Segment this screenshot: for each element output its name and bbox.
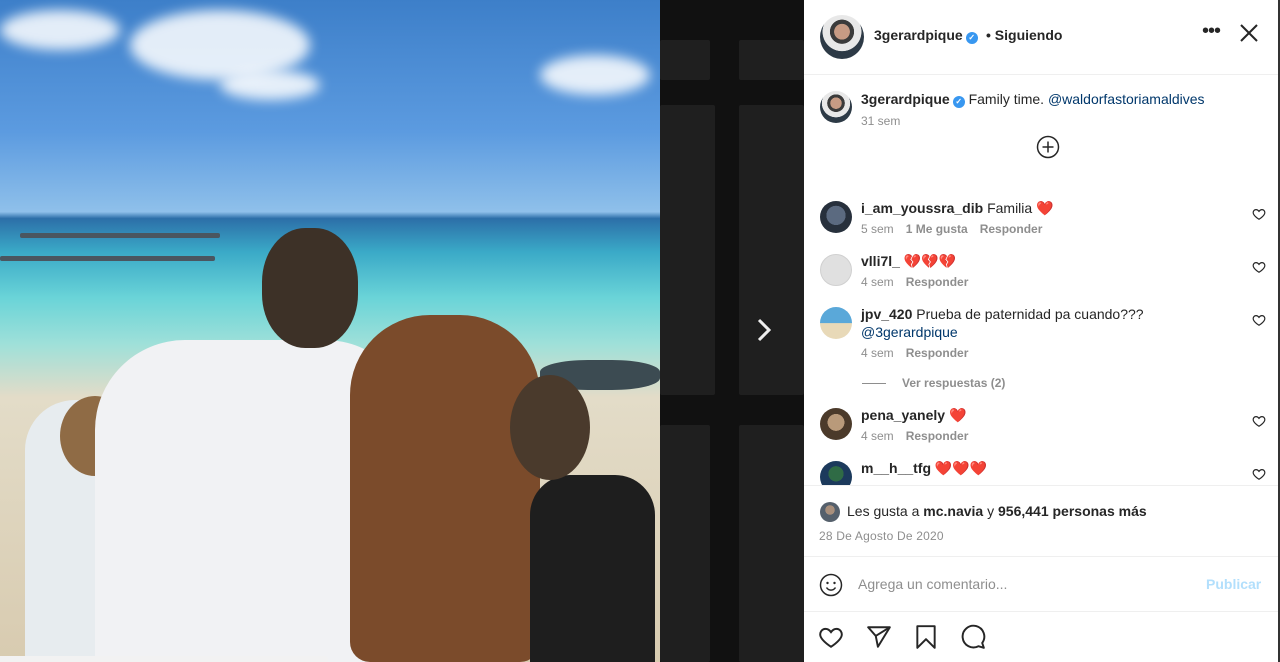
post-actions (804, 612, 1278, 662)
reply-button[interactable]: Responder (906, 346, 969, 360)
replies-dash (862, 383, 886, 385)
grid-tile (739, 105, 804, 395)
cloud (0, 10, 120, 50)
post-header: 3gerardpique ✓ • Siguiendo ••• (804, 0, 1278, 75)
woman-hair (350, 315, 540, 662)
heart-icon[interactable] (1252, 467, 1266, 481)
commenter-avatar[interactable] (820, 408, 852, 440)
author-avatar[interactable] (820, 15, 864, 59)
more-icon[interactable]: ••• (1202, 21, 1222, 44)
commenter-avatar[interactable] (820, 201, 852, 233)
cloud (130, 10, 310, 80)
caption-username[interactable]: 3gerardpique ✓ (861, 91, 965, 108)
comment-time: 4 sem (861, 346, 894, 360)
comment-body: 💔💔💔 (903, 253, 957, 269)
likes-summary: Les gusta a mc.navia y 956,441 personas … (847, 503, 1147, 519)
reply-button[interactable]: Responder (906, 275, 969, 289)
caption-line: 3gerardpique ✓ Family time. @waldorfastor… (861, 91, 1205, 108)
comment-input[interactable] (858, 574, 1178, 594)
bookmark-icon[interactable] (913, 624, 939, 650)
publish-button[interactable]: Publicar (1206, 576, 1261, 592)
comment-bubble-icon[interactable] (960, 624, 986, 650)
comment-username[interactable]: vlli7l_ (861, 253, 900, 269)
plus-circle-icon[interactable] (1036, 135, 1060, 159)
grid-tile (660, 425, 710, 662)
comment-body: ❤️❤️❤️ (934, 460, 988, 476)
caption-text: Family time. (968, 91, 1045, 107)
profile-grid-backdrop (660, 0, 804, 662)
grid-tile (660, 40, 710, 80)
comment-time: 4 sem (861, 275, 894, 289)
liker-avatar[interactable] (820, 502, 840, 522)
post-photo[interactable] (0, 0, 660, 662)
likes-count[interactable]: 956,441 personas más (998, 503, 1147, 519)
browser-status-bar (0, 656, 328, 662)
comment-text: m__h__tfg ❤️❤️❤️ (861, 459, 1231, 477)
grid-tile (739, 425, 804, 662)
commenter-avatar[interactable] (820, 254, 852, 286)
comment-mention[interactable]: @3gerardpique (861, 324, 958, 340)
verified-badge-icon: ✓ (952, 96, 965, 108)
comment-text: pena_yanely ❤️ (861, 406, 1231, 424)
comment-time: 5 sem (861, 222, 894, 236)
comment-meta: 4 sem Responder (861, 429, 968, 443)
smiley-icon[interactable] (819, 573, 843, 597)
likes-prefix: Les gusta a (847, 503, 920, 519)
post-viewer: 3gerardpique ✓ • Siguiendo ••• 3gerardpiq… (0, 0, 1280, 662)
grid-tile (739, 40, 804, 80)
commenter-avatar[interactable] (820, 307, 852, 339)
liker-username[interactable]: mc.navia (923, 503, 983, 519)
post-date: 28 De Agosto De 2020 (819, 529, 944, 543)
comment-body: Prueba de paternidad pa cuando??? (916, 306, 1144, 322)
view-replies-label: Ver respuestas (2) (902, 376, 1006, 390)
comment-meta: 5 sem 1 Me gusta Responder (861, 222, 1042, 236)
close-icon[interactable] (1238, 22, 1260, 44)
comment-body: ❤️ (948, 407, 967, 423)
comment-username[interactable]: pena_yanely (861, 407, 945, 423)
child-right (530, 475, 655, 662)
heart-icon[interactable] (1252, 414, 1266, 428)
child-right-head (510, 375, 590, 480)
cloud (540, 55, 650, 95)
caption-mention[interactable]: @waldorfastoriamaldives (1048, 91, 1205, 107)
comment-likes[interactable]: 1 Me gusta (906, 222, 968, 236)
add-comment-bar: Publicar (804, 557, 1278, 612)
pier (0, 256, 215, 261)
view-replies-button[interactable]: Ver respuestas (2) (862, 376, 1005, 390)
commenter-avatar[interactable] (820, 461, 852, 485)
caption-time: 31 sem (861, 114, 901, 128)
comments-list[interactable]: i_am_youssra_dib Familia ❤️ 5 sem 1 Me gu… (804, 195, 1278, 485)
heart-icon[interactable] (818, 624, 844, 650)
comment-username[interactable]: i_am_youssra_dib (861, 200, 983, 216)
pier (20, 233, 220, 238)
comment-username[interactable]: jpv_420 (861, 306, 912, 322)
author-username[interactable]: 3gerardpique ✓ (874, 27, 978, 44)
paper-plane-icon[interactable] (866, 624, 892, 650)
comment-username[interactable]: m__h__tfg (861, 460, 931, 476)
likes-conj: y (987, 503, 995, 519)
grid-tile (660, 105, 715, 395)
chevron-right-icon[interactable] (752, 316, 776, 344)
comment-meta: 4 sem Responder (861, 275, 968, 289)
heart-icon[interactable] (1252, 313, 1266, 327)
man-head (262, 228, 358, 348)
cloud (220, 70, 320, 100)
likes-section: Les gusta a mc.navia y 956,441 personas … (804, 485, 1278, 557)
comment-text: vlli7l_ 💔💔💔 (861, 252, 1231, 270)
comment-body: Familia ❤️ (987, 200, 1054, 216)
comment-text: jpv_420 Prueba de paternidad pa cuando??… (861, 305, 1231, 341)
reply-button[interactable]: Responder (980, 222, 1043, 236)
heart-icon[interactable] (1252, 207, 1266, 221)
reply-button[interactable]: Responder (906, 429, 969, 443)
comment-meta: 4 sem Responder (861, 346, 968, 360)
post-side-panel: 3gerardpique ✓ • Siguiendo ••• 3gerardpiq… (804, 0, 1278, 662)
caption-avatar[interactable] (820, 91, 852, 123)
follow-status[interactable]: • Siguiendo (986, 27, 1062, 43)
comment-text: i_am_youssra_dib Familia ❤️ (861, 199, 1231, 217)
heart-icon[interactable] (1252, 260, 1266, 274)
comment-time: 4 sem (861, 429, 894, 443)
verified-badge-icon: ✓ (965, 32, 978, 44)
